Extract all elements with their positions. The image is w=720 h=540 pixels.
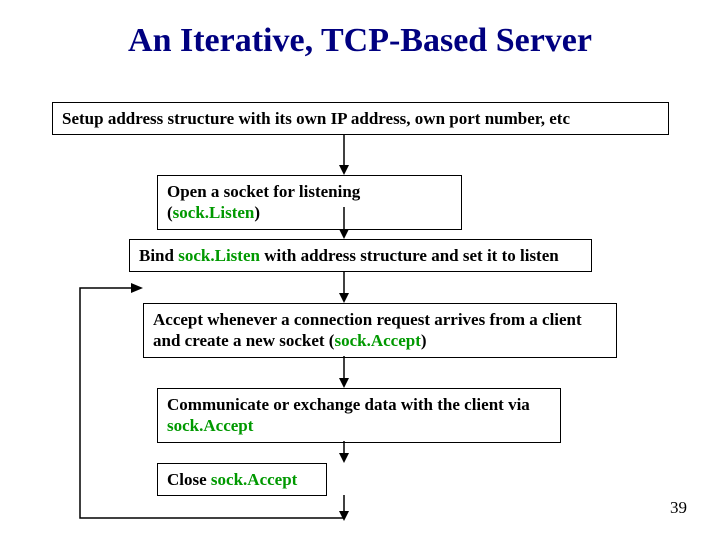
step-setup-box: Setup address structure with its own IP … bbox=[52, 102, 669, 135]
step-accept-post: ) bbox=[421, 331, 427, 350]
step-open-kw: sock.Listen bbox=[173, 203, 255, 222]
loop-connector bbox=[68, 282, 358, 522]
step-bind-kw: sock.Listen bbox=[178, 246, 260, 265]
arrow-1 bbox=[337, 134, 351, 175]
arrow-2 bbox=[337, 207, 351, 239]
step-setup-text: Setup address structure with its own IP … bbox=[62, 109, 570, 128]
slide-title: An Iterative, TCP-Based Server bbox=[0, 22, 720, 60]
step-bind-post: with address structure and set it to lis… bbox=[260, 246, 559, 265]
step-bind-box: Bind sock.Listen with address structure … bbox=[129, 239, 592, 272]
step-open-post: ) bbox=[254, 203, 260, 222]
step-open-box: Open a socket for listening (sock.Listen… bbox=[157, 175, 462, 230]
step-bind-pre: Bind bbox=[139, 246, 178, 265]
page-number: 39 bbox=[670, 498, 687, 518]
